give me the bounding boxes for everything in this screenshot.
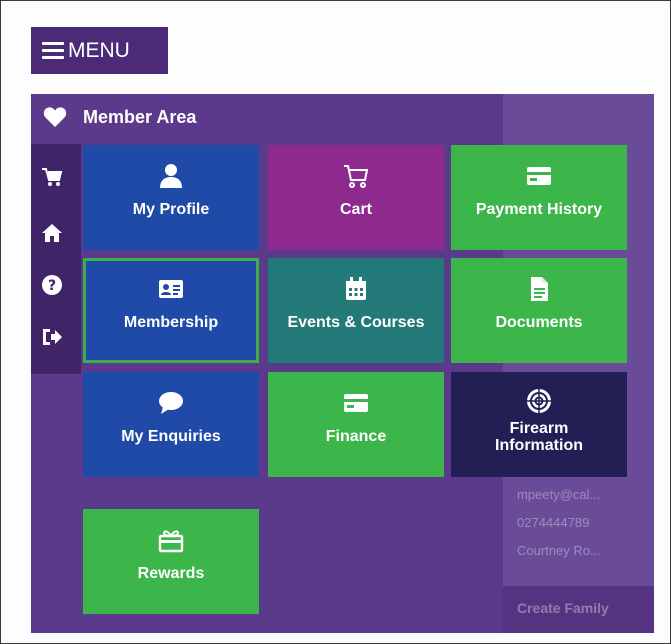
svg-text:?: ? (48, 278, 56, 294)
home-icon[interactable] (41, 222, 63, 244)
tile-label: Payment History (475, 201, 603, 218)
background-phone-text: 0274444789 (517, 515, 590, 530)
member-area-panel: mpeety@cal... 0274444789 Courtney Ro... … (31, 94, 654, 633)
tile-label: Documents (495, 314, 583, 331)
tile-rewards[interactable]: Rewards (83, 509, 259, 614)
help-icon[interactable]: ? (41, 274, 63, 296)
tile-events-courses[interactable]: Events & Courses (268, 258, 444, 363)
calendar-icon (346, 277, 366, 300)
chat-icon (159, 392, 183, 414)
id-card-icon (159, 280, 183, 298)
card-icon (527, 167, 551, 185)
logout-icon[interactable] (41, 326, 63, 348)
tile-label: My Profile (132, 201, 210, 218)
tile-finance[interactable]: Finance (268, 372, 444, 477)
heart-icon (43, 107, 67, 127)
tile-label: Cart (339, 201, 372, 218)
cart-icon[interactable] (41, 166, 63, 188)
create-family-label: Create Family (517, 600, 609, 616)
background-email-text: mpeety@cal... (517, 487, 601, 502)
tile-my-enquiries[interactable]: My Enquiries (83, 372, 259, 477)
tile-my-profile[interactable]: My Profile (83, 145, 259, 250)
member-area-title: Member Area (83, 106, 197, 127)
menu-button-label: MENU (68, 38, 130, 62)
tile-payment-history[interactable]: Payment History (451, 145, 627, 250)
tile-cart[interactable]: Cart (268, 145, 444, 250)
background-address-text: Courtney Ro... (517, 543, 601, 558)
cart-icon (344, 165, 369, 188)
sidebar: ? (31, 144, 81, 374)
menu-button[interactable]: MENU (31, 27, 168, 74)
tile-label: My Enquiries (121, 428, 221, 445)
tile-label: Events & Courses (287, 314, 425, 331)
tile-label: Finance (325, 428, 387, 445)
screenshot-frame: MENU mpeety@cal... 0274444789 Courtney R… (0, 0, 671, 644)
tile-membership[interactable]: Membership (83, 258, 259, 363)
create-family-button: Create Family (503, 586, 654, 633)
user-icon (160, 164, 182, 188)
gift-icon (158, 530, 184, 553)
hamburger-icon (42, 42, 64, 59)
document-icon (531, 277, 548, 301)
member-area-header: Member Area (31, 94, 654, 140)
tile-label: Rewards (137, 565, 205, 582)
tile-label: Membership (123, 314, 219, 331)
target-icon (526, 388, 552, 414)
tile-firearm-information[interactable]: Firearm Information (451, 372, 627, 477)
tile-label: Firearm Information (495, 420, 583, 454)
tile-documents[interactable]: Documents (451, 258, 627, 363)
card-icon (344, 394, 368, 412)
